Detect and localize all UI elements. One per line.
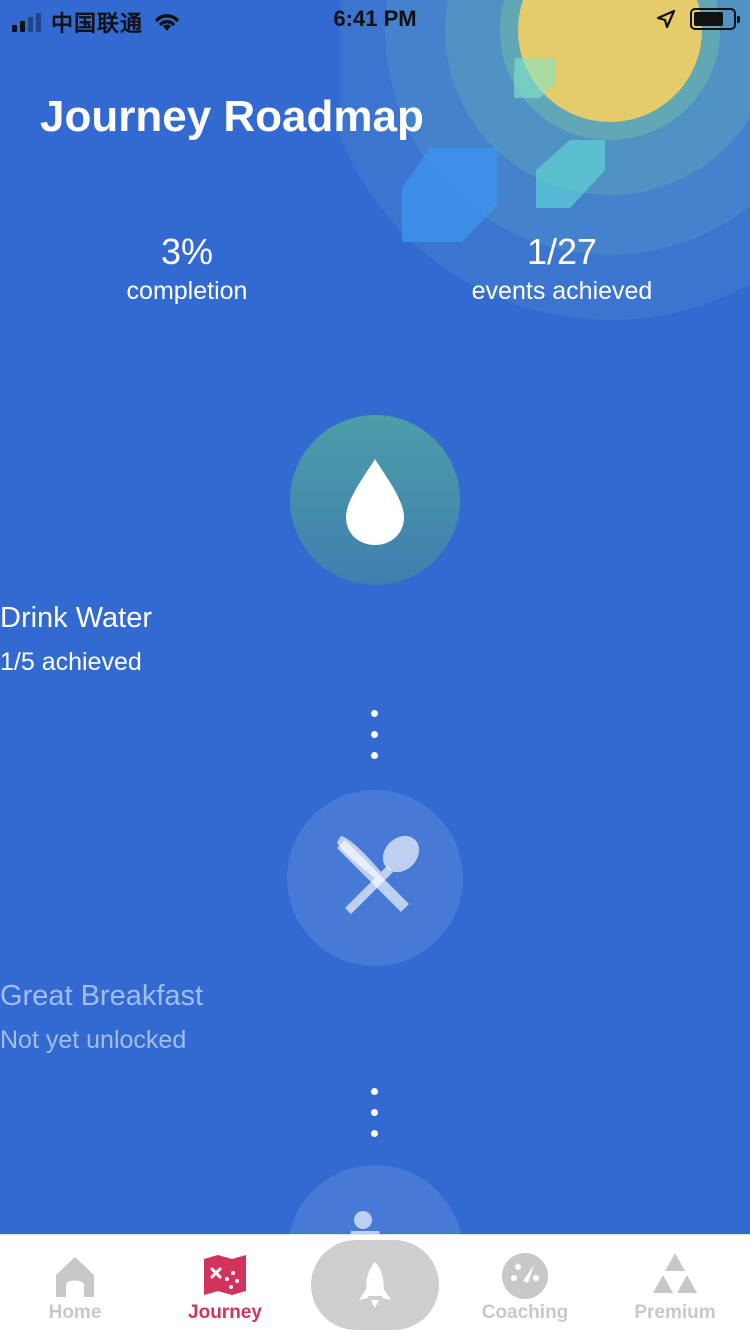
water-drop-icon: [346, 459, 404, 545]
events-value: 1/27: [526, 231, 598, 272]
completion-value: 3%: [160, 231, 214, 272]
tab-label: Home: [48, 1302, 102, 1323]
tab-label: Coaching: [481, 1302, 569, 1323]
milestone-great-breakfast-button[interactable]: [287, 790, 463, 966]
status-bar: 中国联通 6:41 PM: [0, 0, 750, 40]
completion-stat: 3% completion: [37, 230, 337, 308]
tab-journey[interactable]: Journey: [150, 1235, 300, 1334]
triangles-icon: [653, 1253, 697, 1293]
location-arrow-icon: [656, 9, 676, 29]
path-connector: [371, 1088, 379, 1151]
milestone-title: Drink Water: [0, 602, 152, 634]
completion-label: completion: [126, 277, 248, 305]
journey-map-icon: [204, 1255, 246, 1295]
events-stat: 1/27 events achieved: [412, 230, 712, 308]
path-connector: [371, 710, 379, 773]
tab-home[interactable]: Home: [0, 1235, 150, 1334]
status-time: 6:41 PM: [333, 6, 417, 31]
rocket-icon: [359, 1262, 391, 1308]
page-title: Journey Roadmap: [40, 92, 424, 141]
battery-icon: [690, 8, 740, 30]
center-action-button[interactable]: [311, 1240, 439, 1330]
tab-coaching[interactable]: Coaching: [450, 1235, 600, 1334]
milestone-title: Great Breakfast: [0, 980, 204, 1012]
tab-label: Premium: [634, 1302, 716, 1323]
events-label: events achieved: [471, 277, 653, 305]
milestone-subtitle: Not yet unlocked: [0, 1026, 187, 1054]
gauge-icon: [502, 1253, 548, 1299]
home-icon: [56, 1257, 94, 1297]
tab-premium[interactable]: Premium: [600, 1235, 750, 1334]
fork-spoon-icon: [337, 835, 420, 914]
milestone-drink-water-button[interactable]: [290, 415, 460, 585]
milestone-subtitle: 1/5 achieved: [0, 648, 142, 676]
tab-label: Journey: [188, 1302, 262, 1323]
